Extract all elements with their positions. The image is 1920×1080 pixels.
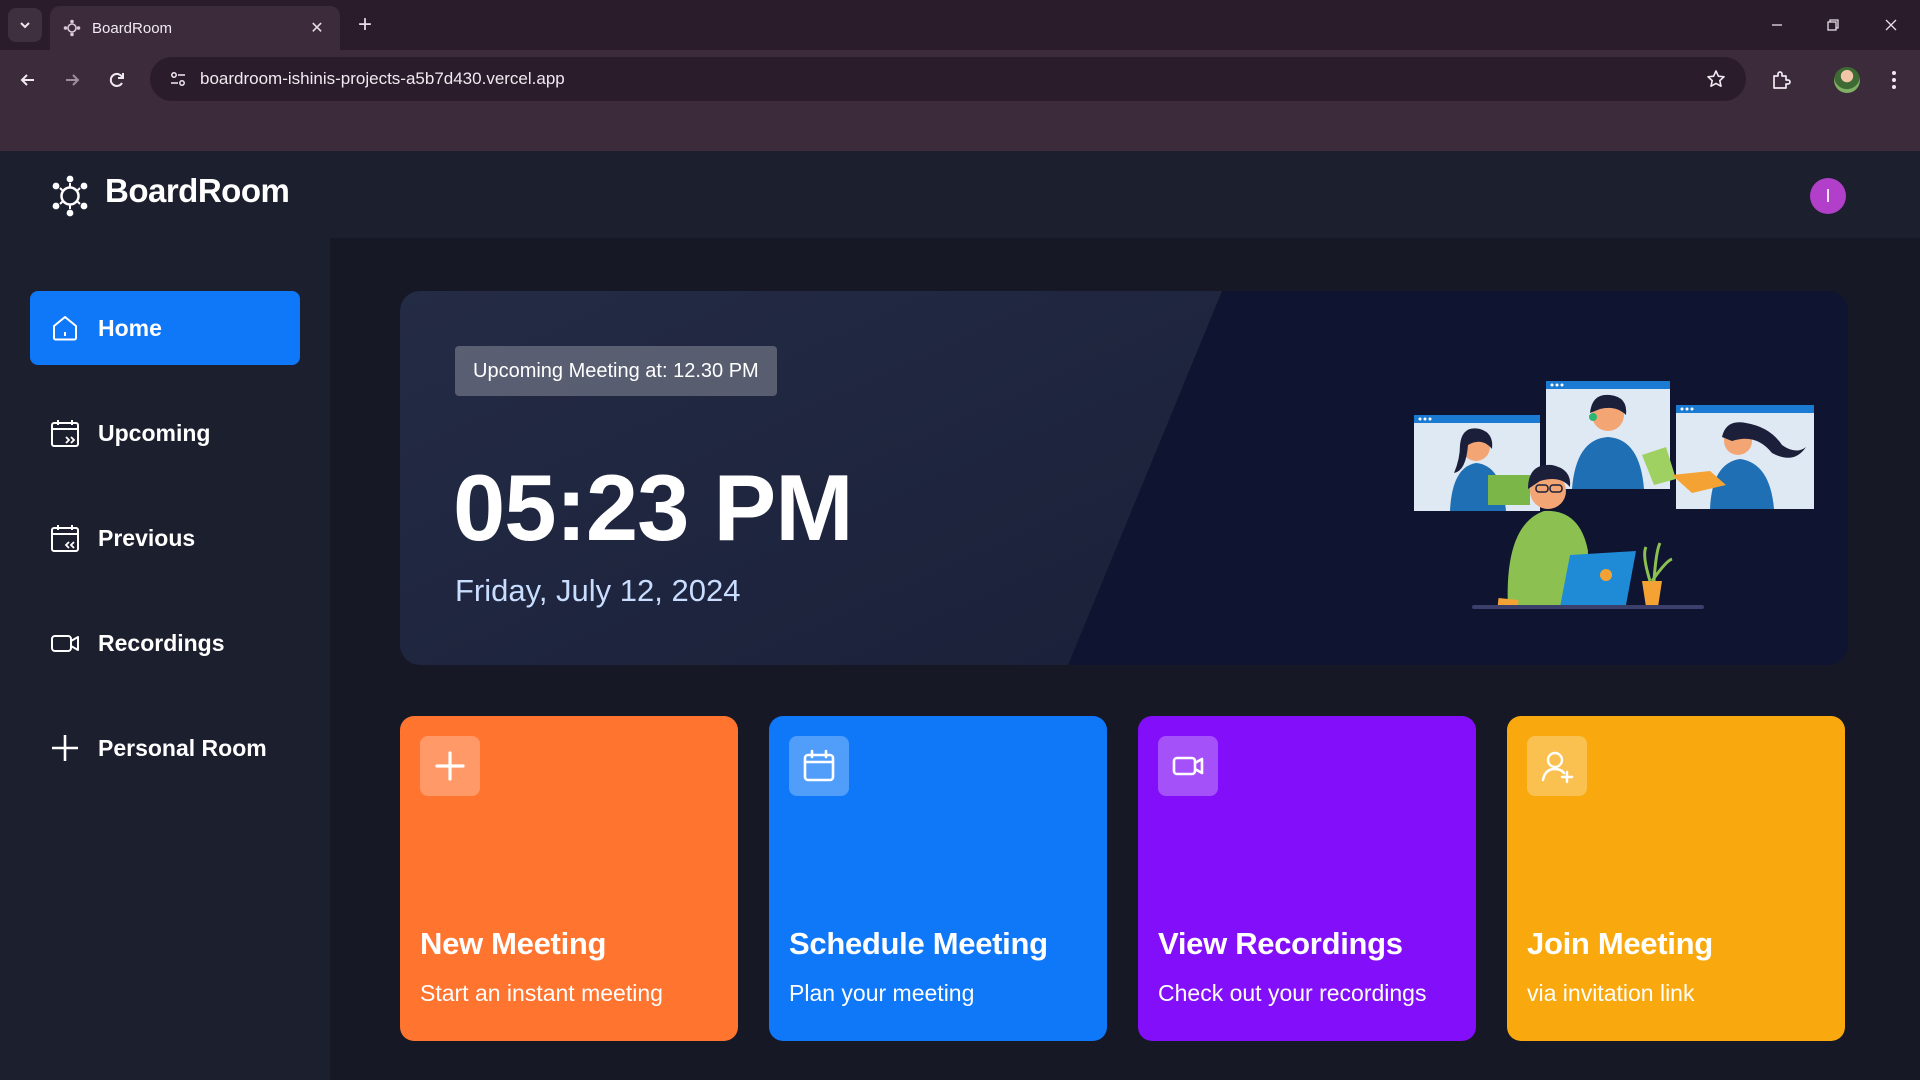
video-icon — [1158, 736, 1218, 796]
brand-name[interactable]: BoardRoom — [105, 172, 290, 210]
close-icon — [1885, 19, 1897, 31]
sidebar-item-label: Recordings — [98, 629, 225, 656]
current-date: Friday, July 12, 2024 — [455, 573, 741, 608]
video-icon — [48, 626, 82, 660]
tab-close-icon[interactable]: ✕ — [306, 17, 328, 39]
browser-menu-button[interactable] — [1876, 62, 1912, 98]
current-time: 05:23 PM — [453, 455, 854, 560]
video-conference-illustration — [1414, 381, 1814, 609]
profile-button[interactable] — [1829, 62, 1865, 98]
join-meeting-card[interactable]: Join Meeting via invitation link — [1507, 716, 1845, 1041]
tab-search-button[interactable] — [8, 8, 42, 42]
sidebar-item-label: Personal Room — [98, 734, 267, 761]
view-recordings-card[interactable]: View Recordings Check out your recording… — [1138, 716, 1476, 1041]
boardroom-favicon-icon — [62, 18, 82, 38]
schedule-meeting-card[interactable]: Schedule Meeting Plan your meeting — [769, 716, 1107, 1041]
sidebar-item-home[interactable]: Home — [30, 291, 300, 365]
boardroom-logo-icon[interactable] — [48, 174, 92, 218]
restore-icon — [1827, 19, 1839, 31]
tab-strip: BoardRoom ✕ + — [0, 0, 1920, 50]
extensions-button[interactable] — [1763, 62, 1799, 98]
browser-tab[interactable]: BoardRoom ✕ — [50, 6, 340, 50]
plus-icon — [420, 736, 480, 796]
forward-button[interactable] — [56, 64, 88, 96]
card-title: View Recordings — [1158, 926, 1403, 961]
sidebar-item-upcoming[interactable]: Upcoming — [30, 396, 300, 470]
profile-avatar — [1834, 67, 1860, 93]
calendar-upcoming-icon — [48, 416, 82, 450]
url-text[interactable]: boardroom-ishinis-projects-a5b7d430.verc… — [200, 69, 1696, 89]
restore-button[interactable] — [1818, 10, 1848, 40]
new-meeting-card[interactable]: New Meeting Start an instant meeting — [400, 716, 738, 1041]
address-bar[interactable]: boardroom-ishinis-projects-a5b7d430.verc… — [150, 57, 1746, 101]
minimize-button[interactable] — [1762, 10, 1792, 40]
new-tab-button[interactable]: + — [352, 11, 378, 38]
arrow-left-icon — [20, 74, 34, 86]
reload-icon — [109, 72, 124, 87]
back-button[interactable] — [12, 64, 44, 96]
close-window-button[interactable] — [1876, 10, 1906, 40]
hero-banner: Upcoming Meeting at: 12.30 PM 05:23 PM F… — [400, 291, 1848, 665]
sidebar-item-label: Previous — [98, 524, 196, 551]
arrow-right-icon — [66, 74, 80, 86]
sidebar-item-label: Upcoming — [98, 419, 211, 446]
card-title: New Meeting — [420, 926, 607, 961]
sidebar-item-recordings[interactable]: Recordings — [30, 606, 300, 680]
sidebar-item-personal-room[interactable]: Personal Room — [30, 711, 300, 785]
tab-title: BoardRoom — [92, 19, 173, 37]
calendar-icon — [789, 736, 849, 796]
card-title: Join Meeting — [1527, 926, 1713, 961]
calendar-previous-icon — [48, 521, 82, 555]
home-icon — [48, 311, 82, 345]
card-subtitle: Plan your meeting — [789, 980, 975, 1006]
more-vertical-icon — [1892, 71, 1896, 89]
sidebar-item-label: Home — [98, 314, 162, 341]
upcoming-meeting-badge: Upcoming Meeting at: 12.30 PM — [455, 346, 777, 396]
card-subtitle: Start an instant meeting — [420, 980, 663, 1006]
puzzle-icon — [1773, 71, 1791, 89]
user-avatar-button[interactable]: I — [1810, 178, 1846, 214]
bookmark-star-icon[interactable] — [1696, 57, 1736, 101]
card-subtitle: via invitation link — [1527, 980, 1695, 1006]
user-add-icon — [1527, 736, 1587, 796]
card-title: Schedule Meeting — [789, 926, 1048, 961]
plus-icon — [48, 731, 82, 765]
reload-button[interactable] — [101, 64, 133, 96]
site-info-icon[interactable] — [156, 57, 200, 101]
browser-chrome: BoardRoom ✕ + boardroom-ishinis-projects… — [0, 0, 1920, 151]
chevron-down-icon — [20, 22, 30, 29]
sidebar-item-previous[interactable]: Previous — [30, 501, 300, 575]
card-subtitle: Check out your recordings — [1158, 980, 1427, 1006]
minimize-icon — [1772, 24, 1782, 26]
